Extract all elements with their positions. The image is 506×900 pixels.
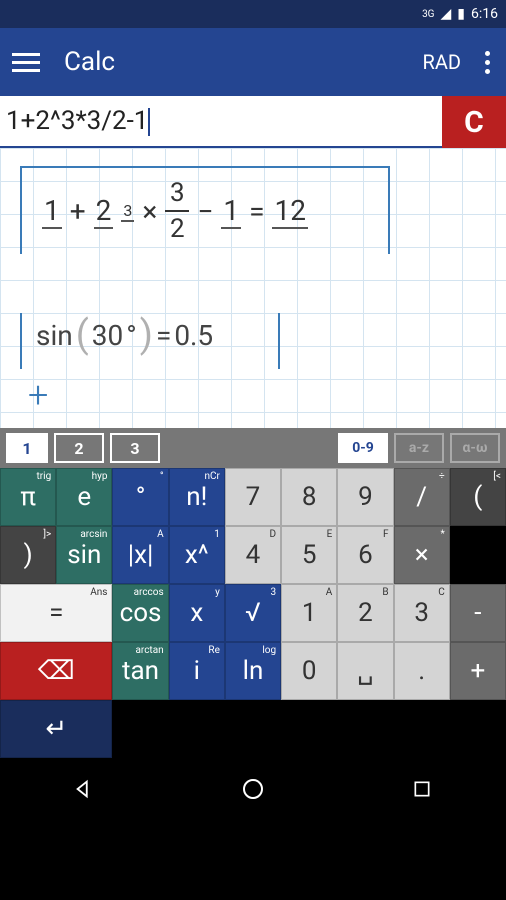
key-cos[interactable]: cosarccos: [112, 584, 168, 642]
recents-button[interactable]: [409, 776, 435, 802]
keypad-mode-alpha[interactable]: a-z: [394, 433, 444, 463]
key-sym[interactable]: ×*: [394, 526, 450, 584]
home-button[interactable]: [240, 776, 266, 802]
menu-button[interactable]: [12, 53, 40, 72]
rendered-expression-1: 1 + 23 × 32 − 1 = 12: [42, 180, 368, 242]
key-1[interactable]: 1A: [281, 584, 337, 642]
key-9[interactable]: 9: [337, 468, 393, 526]
key-sin[interactable]: sinarcsin: [56, 526, 112, 584]
workspace-tab-3[interactable]: 3: [110, 433, 160, 463]
workspace-tab-2[interactable]: 2: [54, 433, 104, 463]
key-6[interactable]: 6F: [337, 526, 393, 584]
key-4[interactable]: 4D: [225, 526, 281, 584]
paren-left-icon: (: [76, 320, 89, 350]
expression-box-2[interactable]: sin ( 30 ° ) = 0.5: [20, 313, 280, 369]
key-7[interactable]: 7: [225, 468, 281, 526]
key-sym[interactable]: ␣: [337, 642, 393, 700]
key-sym[interactable]: ([<: [450, 468, 506, 526]
app-bar: Calc RAD: [0, 28, 506, 96]
key-2[interactable]: 2B: [337, 584, 393, 642]
key-x[interactable]: x^1: [169, 526, 225, 584]
tab-row: 1 2 3 0-9 a-z α-ω: [0, 428, 506, 468]
clear-button[interactable]: C: [442, 96, 506, 148]
input-row: 1+2^3*3/2-1 C: [0, 96, 506, 148]
rendered-expression-2: sin ( 30 ° ) = 0.5: [36, 319, 264, 352]
key-5[interactable]: 5E: [281, 526, 337, 584]
key-sym[interactable]: √3: [225, 584, 281, 642]
key-n[interactable]: n!nCr: [169, 468, 225, 526]
key-sym[interactable]: °°: [112, 468, 168, 526]
key-0[interactable]: 0: [281, 642, 337, 700]
key-e[interactable]: ehyp: [56, 468, 112, 526]
key-sym[interactable]: πtrig: [0, 468, 56, 526]
workspace[interactable]: 1 + 23 × 32 − 1 = 12 sin ( 30 ° ) = 0.5 …: [0, 148, 506, 428]
angle-mode-button[interactable]: RAD: [423, 50, 462, 74]
key-sym[interactable]: =Ans: [0, 584, 112, 642]
clock: 6:16: [471, 6, 498, 22]
add-expression-button[interactable]: +: [28, 374, 48, 416]
keypad: πtrigehyp°°n!nCr789/÷([< )]>sinarcsin|x|A…: [0, 468, 506, 758]
key-tan[interactable]: tanarctan: [112, 642, 168, 700]
key-sym[interactable]: .: [394, 642, 450, 700]
key-sym[interactable]: )]>: [0, 526, 56, 584]
overflow-menu-button[interactable]: [481, 47, 494, 78]
key-sym[interactable]: ↵: [0, 700, 112, 758]
android-nav-bar: [0, 758, 506, 820]
expression-box-1[interactable]: 1 + 23 × 32 − 1 = 12: [20, 166, 390, 244]
key-ln[interactable]: lnlog: [225, 642, 281, 700]
paren-right-icon: ): [140, 320, 153, 350]
key-x[interactable]: |x|A: [112, 526, 168, 584]
back-button[interactable]: [71, 776, 97, 802]
key-sym[interactable]: ⌫: [0, 642, 112, 700]
workspace-tab-1[interactable]: 1: [6, 433, 48, 463]
keypad-mode-greek[interactable]: α-ω: [450, 433, 500, 463]
network-indicator: 3G: [422, 9, 434, 20]
expression-text: 1+2^3*3/2-1: [6, 106, 148, 136]
key-sym[interactable]: /÷: [394, 468, 450, 526]
keypad-mode-numeric[interactable]: 0-9: [338, 433, 388, 463]
key-8[interactable]: 8: [281, 468, 337, 526]
status-bar: 3G ◢ ▮ 6:16: [0, 0, 506, 28]
cursor: [148, 108, 150, 136]
expression-input[interactable]: 1+2^3*3/2-1: [0, 96, 442, 148]
signal-icon: ◢: [441, 6, 452, 22]
battery-icon: ▮: [457, 6, 465, 22]
key-sym[interactable]: +: [450, 642, 506, 700]
key-3[interactable]: 3C: [394, 584, 450, 642]
key-x[interactable]: xy: [169, 584, 225, 642]
app-title: Calc: [64, 47, 423, 77]
key-sym[interactable]: -: [450, 584, 506, 642]
key-i[interactable]: iRe: [169, 642, 225, 700]
